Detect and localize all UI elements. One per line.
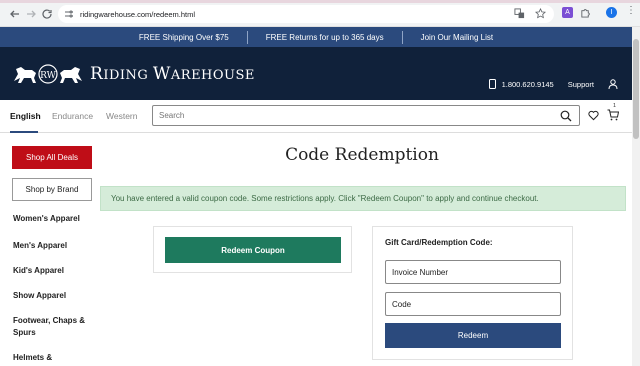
- phone-link[interactable]: 1.800.620.9145: [488, 79, 554, 89]
- category-helmets[interactable]: Helmets &: [13, 352, 93, 364]
- browser-toolbar: ridingwarehouse.com/redeem.html A I ⋮: [0, 0, 640, 27]
- tab-western[interactable]: Western: [106, 111, 138, 121]
- tab-english[interactable]: English: [10, 111, 41, 121]
- coupon-success-alert: You have entered a valid coupon code. So…: [100, 186, 626, 211]
- reload-icon[interactable]: [38, 5, 56, 23]
- support-label: Support: [567, 79, 594, 89]
- horses-logo-icon: RW: [14, 64, 82, 84]
- cart-icon[interactable]: [607, 109, 619, 121]
- code-field[interactable]: [385, 292, 561, 316]
- extension-icon[interactable]: A: [562, 7, 573, 18]
- site-logo[interactable]: RW RIDING WAREHOUSE: [12, 61, 255, 87]
- address-bar[interactable]: ridingwarehouse.com/redeem.html: [58, 5, 554, 23]
- shop-all-deals-button[interactable]: Shop All Deals: [12, 146, 92, 169]
- bookmark-star-icon[interactable]: [535, 8, 546, 19]
- discipline-nav: English Endurance Western 1: [0, 100, 632, 133]
- wishlist-heart-icon[interactable]: [588, 110, 599, 121]
- category-mens-apparel[interactable]: Men's Apparel: [13, 240, 93, 252]
- logo-wordmark: RIDING WAREHOUSE: [90, 64, 255, 84]
- site-header: RW RIDING WAREHOUSE 1.800.620.9145 Suppo…: [0, 47, 632, 100]
- search-input[interactable]: [159, 111, 539, 120]
- category-womens-apparel[interactable]: Women's Apparel: [13, 213, 93, 225]
- gift-card-panel: Gift Card/Redemption Code: Redeem: [372, 226, 573, 360]
- promo-bar: FREE Shipping Over $75 FREE Returns for …: [0, 27, 632, 47]
- promo-free-returns[interactable]: FREE Returns for up to 365 days: [248, 33, 402, 42]
- category-kids-apparel[interactable]: Kid's Apparel: [13, 265, 93, 277]
- category-footwear[interactable]: Footwear, Chaps & Spurs: [13, 315, 93, 339]
- phone-number: 1.800.620.9145: [501, 79, 554, 89]
- tab-strip: [0, 0, 640, 3]
- shop-by-brand-button[interactable]: Shop by Brand: [12, 178, 92, 201]
- translate-icon[interactable]: [514, 8, 525, 19]
- invoice-number-field[interactable]: [385, 260, 561, 284]
- account-link[interactable]: [608, 79, 618, 89]
- browser-menu-icon[interactable]: ⋮: [626, 6, 636, 16]
- category-show-apparel[interactable]: Show Apparel: [13, 290, 93, 302]
- redeem-button[interactable]: Redeem: [385, 323, 561, 348]
- extensions-puzzle-icon[interactable]: [580, 7, 591, 18]
- profile-avatar[interactable]: I: [606, 7, 617, 18]
- page-title: Code Redemption: [285, 145, 439, 165]
- logo-monogram: RW: [40, 71, 57, 81]
- site-info-icon[interactable]: [64, 9, 74, 19]
- phone-icon: [488, 79, 496, 89]
- page-scrollbar[interactable]: [632, 27, 640, 366]
- url-text: ridingwarehouse.com/redeem.html: [80, 9, 196, 19]
- support-link[interactable]: Support: [568, 80, 594, 89]
- tab-endurance[interactable]: Endurance: [52, 111, 93, 121]
- gift-card-label: Gift Card/Redemption Code:: [385, 238, 493, 247]
- search-bar: [152, 105, 580, 126]
- redeem-coupon-panel: Redeem Coupon: [153, 226, 352, 273]
- account-icon: [608, 79, 618, 89]
- promo-mailing-list[interactable]: Join Our Mailing List: [403, 33, 511, 42]
- promo-free-shipping[interactable]: FREE Shipping Over $75: [121, 33, 247, 42]
- redeem-coupon-button[interactable]: Redeem Coupon: [165, 237, 341, 263]
- scrollbar-thumb[interactable]: [633, 39, 639, 139]
- active-tab-indicator: [10, 131, 38, 133]
- search-icon[interactable]: [560, 110, 572, 122]
